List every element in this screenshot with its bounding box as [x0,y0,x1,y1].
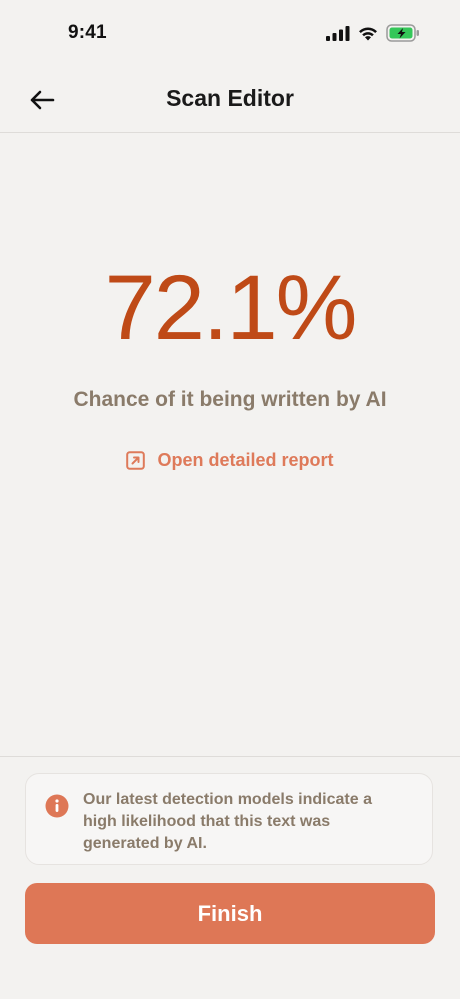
header: Scan Editor [0,66,460,133]
wifi-icon [359,27,377,41]
info-icon [45,794,69,818]
open-report-label: Open detailed report [157,450,334,470]
status-icons [326,24,420,42]
ai-score-caption: Chance of it being written by AI [73,388,387,411]
status-bar: 9:41 [0,0,460,66]
divider [0,756,460,757]
finish-button[interactable]: Finish [25,883,435,944]
open-report-link[interactable]: Open detailed report [0,450,460,471]
page-title: Scan Editor [166,85,294,111]
external-link-icon [126,451,146,470]
status-time: 9:41 [68,22,107,43]
info-message: Our latest detection models indicate a h… [83,791,372,852]
ai-score-value: 72.1% [104,257,358,359]
signal-icon [326,26,350,41]
battery-charging-icon [386,24,419,42]
info-card: Our latest detection models indicate a h… [25,773,433,865]
